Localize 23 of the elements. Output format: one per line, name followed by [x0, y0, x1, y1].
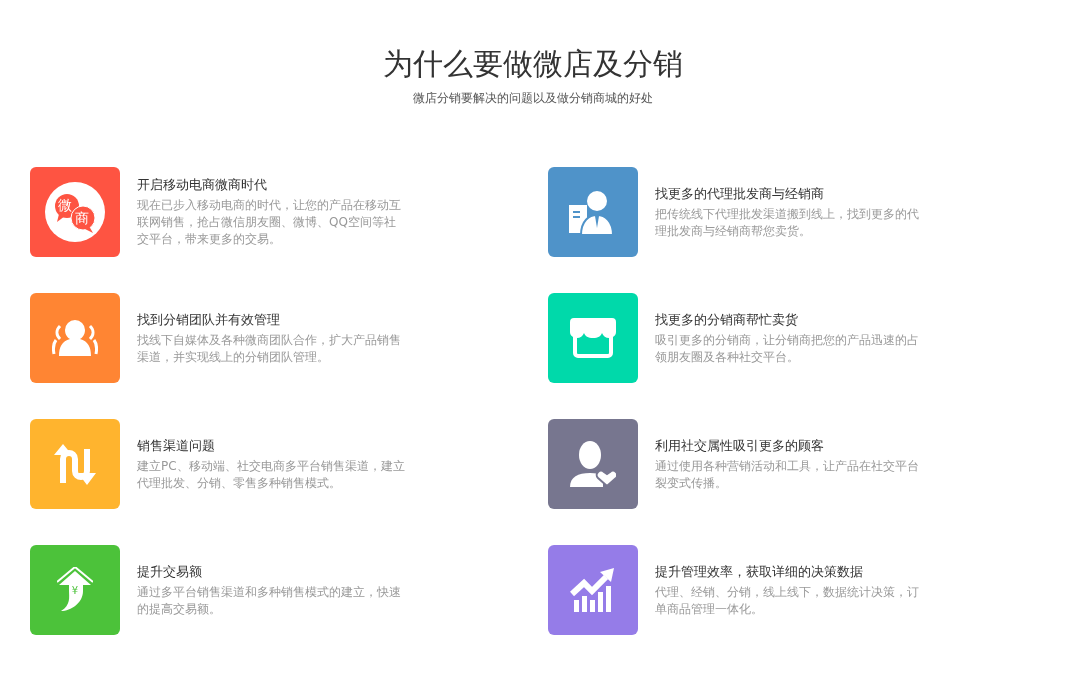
feature-title: 利用社交属性吸引更多的顾客 [654, 436, 824, 455]
feature-description: 把传统线下代理批发渠道搬到线上，找到更多的代理批发商与经销商帮您卖货。 [654, 205, 920, 240]
feature-description: 吸引更多的分销商，让分销商把您的产品迅速的占领朋友圈及各种社交平台。 [654, 331, 920, 366]
feature-description: 代理、经销、分销，线上线下，数据统计决策，订单商品管理一体化。 [654, 583, 920, 618]
feature-title: 找到分销团队并有效管理 [137, 310, 280, 329]
feature-title: 提升交易额 [137, 562, 202, 581]
person-heart-icon [569, 441, 616, 487]
feature-description: 现在已步入移动电商的时代，让您的产品在移动互联网销售，抢占微信朋友圈、微博、QQ空间等社交平台，带来更多的交易。 [137, 197, 402, 248]
page-title: 为什么要做微店及分销 [382, 45, 683, 83]
feature-title: 销售渠道问题 [137, 436, 215, 455]
feature-title: 开启移动电商微商时代 [137, 176, 267, 194]
storefront-icon [569, 318, 616, 358]
feature-title: 找更多的代理批发商与经销商 [654, 184, 824, 203]
chat-bubbles-icon: 微 商 [45, 182, 105, 242]
feature-description: 通过多平台销售渠道和多种销售模式的建立，快速的提高交易额。 [137, 583, 402, 618]
growth-chart-icon [569, 568, 616, 612]
feature-description: 找线下自媒体及各种微商团队合作，扩大产品销售渠道，并实现线上的分销团队管理。 [137, 331, 402, 366]
feature-description: 通过使用各种营销活动和工具，让产品在社交平台裂变式传播。 [654, 457, 920, 492]
page-subtitle: 微店分销要解决的问题以及做分销商城的好处 [412, 90, 653, 107]
people-icon [52, 318, 98, 358]
feature-title: 找更多的分销商帮忙卖货 [654, 310, 798, 329]
feature-title: 提升管理效率，获取详细的决策数据 [654, 562, 863, 581]
feature-description: 建立PC、移动端、社交电商多平台销售渠道，建立代理批发、分销、零售多种销售模式。 [137, 457, 405, 492]
